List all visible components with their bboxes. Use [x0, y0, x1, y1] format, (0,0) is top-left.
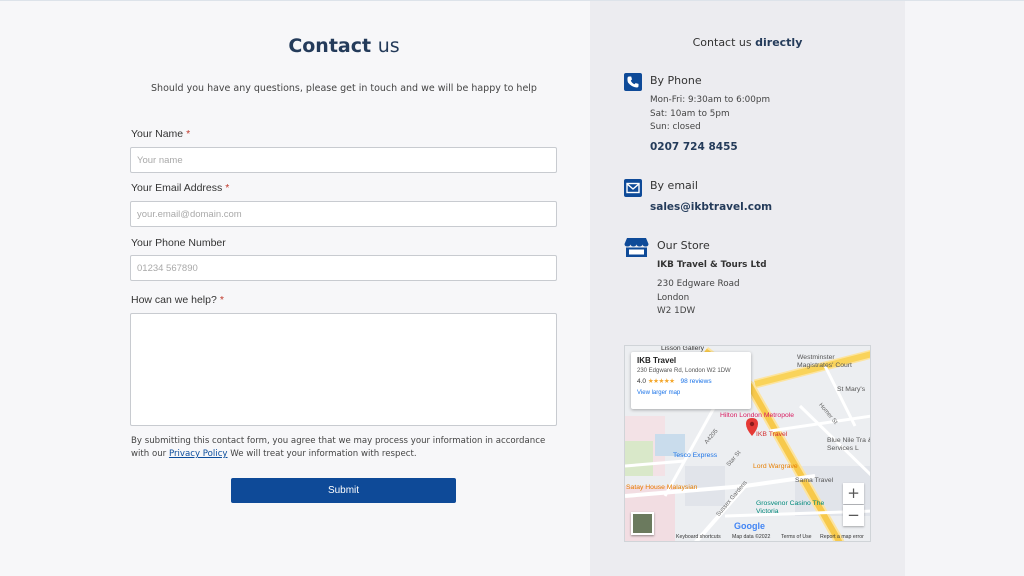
map-label-st-marys: St Mary's — [837, 386, 866, 393]
page-margin — [905, 1, 1024, 576]
map-zoom-out-button[interactable]: − — [843, 505, 864, 526]
email-address[interactable]: sales@ikbtravel.com — [650, 201, 772, 213]
map-label-grosvenor: Grosvenor Casino The Victoria — [756, 500, 825, 515]
map-label-hilton: Hilton London Metropole — [720, 412, 795, 419]
map-label-lord-wargrave: Lord Wargrave — [753, 463, 798, 470]
phone-number[interactable]: 0207 724 8455 — [650, 141, 738, 153]
store-name: IKB Travel & Tours Ltd — [657, 260, 767, 270]
map-zoom-in-button[interactable]: + — [843, 483, 864, 504]
required-mark: * — [225, 182, 230, 194]
google-logo: Google — [734, 521, 765, 531]
rating-stars-icon: ★★★★★ — [647, 378, 675, 385]
privacy-policy-link[interactable]: Privacy Policy — [169, 449, 228, 459]
phone-icon — [624, 73, 642, 91]
map-label-tesco: Tesco Express — [673, 452, 718, 459]
map-footer: Keyboard shortcuts Map data ©2022 Terms … — [624, 532, 871, 542]
map-label-westminster: Westminster Magistrates' Court — [797, 354, 852, 369]
map-info-card: IKB Travel 230 Edgware Rd, London W2 1DW… — [631, 352, 751, 409]
our-store-heading: Our Store — [657, 239, 710, 252]
phone-input[interactable] — [130, 255, 557, 281]
page-title: Contact us — [288, 35, 400, 57]
keyboard-shortcuts-link[interactable]: Keyboard shortcuts — [676, 534, 721, 540]
required-mark: * — [186, 128, 191, 140]
page-subtitle: Should you have any questions, please ge… — [151, 83, 537, 94]
map-label-blue-nile: Blue Nile Tra & Services L — [827, 437, 871, 452]
envelope-icon — [624, 179, 642, 197]
consent-text: By submitting this contact form, you agr… — [131, 436, 546, 459]
report-error-link[interactable]: Report a map error — [820, 534, 864, 540]
submit-button[interactable]: Submit — [231, 478, 456, 503]
email-label: Your Email Address * — [131, 182, 230, 194]
map-label-ikb: IKB Travel — [756, 431, 788, 438]
map-data-text: Map data ©2022 — [732, 534, 771, 540]
terms-link[interactable]: Terms of Use — [781, 534, 812, 540]
name-label: Your Name * — [131, 128, 191, 140]
by-phone-heading: By Phone — [650, 74, 702, 87]
store-address: 230 Edgware Road London W2 1DW — [657, 279, 740, 316]
opening-hours: Mon-Fri: 9:30am to 6:00pm Sat: 10am to 5… — [650, 95, 771, 132]
map-label-lisson: Lisson Gallery — [661, 345, 705, 352]
store-icon — [624, 238, 649, 257]
required-mark: * — [219, 294, 224, 306]
view-larger-map-link[interactable]: View larger map — [637, 390, 745, 396]
help-textarea[interactable] — [130, 313, 557, 426]
name-input[interactable] — [130, 147, 557, 173]
by-email-heading: By email — [650, 179, 698, 192]
help-label: How can we help? * — [131, 294, 224, 306]
store-map[interactable]: IKB Travel 230 Edgware Rd, London W2 1DW… — [624, 345, 871, 542]
email-input[interactable] — [130, 201, 557, 227]
reviews-link[interactable]: 98 reviews — [681, 378, 712, 385]
map-label-satay: Satay House Malaysian — [626, 484, 698, 491]
phone-label: Your Phone Number — [131, 237, 226, 249]
map-label-sama: Sama Travel — [795, 477, 834, 484]
contact-directly-title: Contact us directly — [692, 36, 803, 49]
